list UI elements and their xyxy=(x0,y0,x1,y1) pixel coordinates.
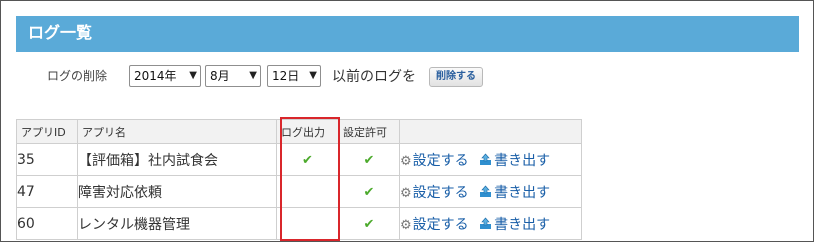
settings-link[interactable]: 設定する xyxy=(413,217,469,233)
delete-button[interactable]: 削除する xyxy=(429,67,483,87)
app-id-cell: 35 xyxy=(16,143,78,176)
month-value: 8月 xyxy=(210,69,230,83)
export-link[interactable]: 書き出す xyxy=(494,185,550,201)
app-id-cell: 60 xyxy=(16,207,78,240)
table-row: 47 障害対応依頼 ✔ ⚙設定する 書き出す xyxy=(16,175,582,208)
log-output-cell xyxy=(276,207,339,240)
export-icon xyxy=(480,153,492,165)
col-header-setting-permission: 設定許可 xyxy=(338,119,400,144)
app-name-cell: 【評価箱】社内試食会 xyxy=(77,143,277,176)
app-log-table: アプリID アプリ名 ログ出力 設定許可 35 【評価箱】社内試食会 ✔ ✔ ⚙… xyxy=(16,119,582,240)
export-link[interactable]: 書き出す xyxy=(494,153,550,169)
day-value: 12日 xyxy=(272,69,300,83)
settings-link[interactable]: 設定する xyxy=(413,185,469,201)
check-icon: ✔ xyxy=(363,184,375,200)
gear-icon: ⚙ xyxy=(400,185,412,201)
app-name-cell: レンタル機器管理 xyxy=(77,207,277,240)
month-select[interactable]: 8月 ▼ xyxy=(205,65,261,87)
app-id-cell: 47 xyxy=(16,175,78,208)
col-header-app-name: アプリ名 xyxy=(77,119,277,144)
year-value: 2014年 xyxy=(134,69,177,83)
page-header: ログ一覧 xyxy=(16,16,799,52)
gear-icon: ⚙ xyxy=(400,217,412,233)
check-icon: ✔ xyxy=(363,152,375,168)
check-icon: ✔ xyxy=(302,152,313,168)
app-name-cell: 障害対応依頼 xyxy=(77,175,277,208)
chevron-down-icon: ▼ xyxy=(189,70,197,81)
actions-cell: ⚙設定する 書き出す xyxy=(399,207,582,240)
day-select[interactable]: 12日 ▼ xyxy=(267,65,321,87)
chevron-down-icon: ▼ xyxy=(309,70,317,81)
log-output-cell: ✔ xyxy=(276,143,339,176)
export-icon xyxy=(480,217,492,229)
chevron-down-icon: ▼ xyxy=(249,70,257,81)
log-output-cell xyxy=(276,175,339,208)
col-header-log-output: ログ出力 xyxy=(276,119,339,144)
col-header-app-id: アプリID xyxy=(16,119,78,144)
year-select[interactable]: 2014年 ▼ xyxy=(129,65,201,87)
table-row: 60 レンタル機器管理 ✔ ⚙設定する 書き出す xyxy=(16,207,582,240)
table-row: 35 【評価箱】社内試食会 ✔ ✔ ⚙設定する 書き出す xyxy=(16,143,582,176)
setting-permission-cell: ✔ xyxy=(338,143,400,176)
check-icon: ✔ xyxy=(363,216,375,232)
actions-cell: ⚙設定する 書き出す xyxy=(399,143,582,176)
gear-icon: ⚙ xyxy=(400,153,412,169)
log-delete-label: ログの削除 xyxy=(47,69,108,83)
setting-permission-cell: ✔ xyxy=(338,175,400,208)
export-link[interactable]: 書き出す xyxy=(494,217,550,233)
log-delete-form: ログの削除 2014年 ▼ 8月 ▼ 12日 ▼ 以前のログを 削除する xyxy=(1,63,814,91)
page-title: ログ一覧 xyxy=(28,23,93,42)
before-date-text: 以前のログを xyxy=(332,69,416,85)
export-icon xyxy=(480,185,492,197)
settings-link[interactable]: 設定する xyxy=(413,153,469,169)
col-header-actions xyxy=(399,119,582,144)
setting-permission-cell: ✔ xyxy=(338,207,400,240)
table-header-row: アプリID アプリ名 ログ出力 設定許可 xyxy=(16,119,582,144)
actions-cell: ⚙設定する 書き出す xyxy=(399,175,582,208)
window-frame: ログ一覧 ログの削除 2014年 ▼ 8月 ▼ 12日 ▼ 以前のログを 削除す… xyxy=(0,0,814,242)
